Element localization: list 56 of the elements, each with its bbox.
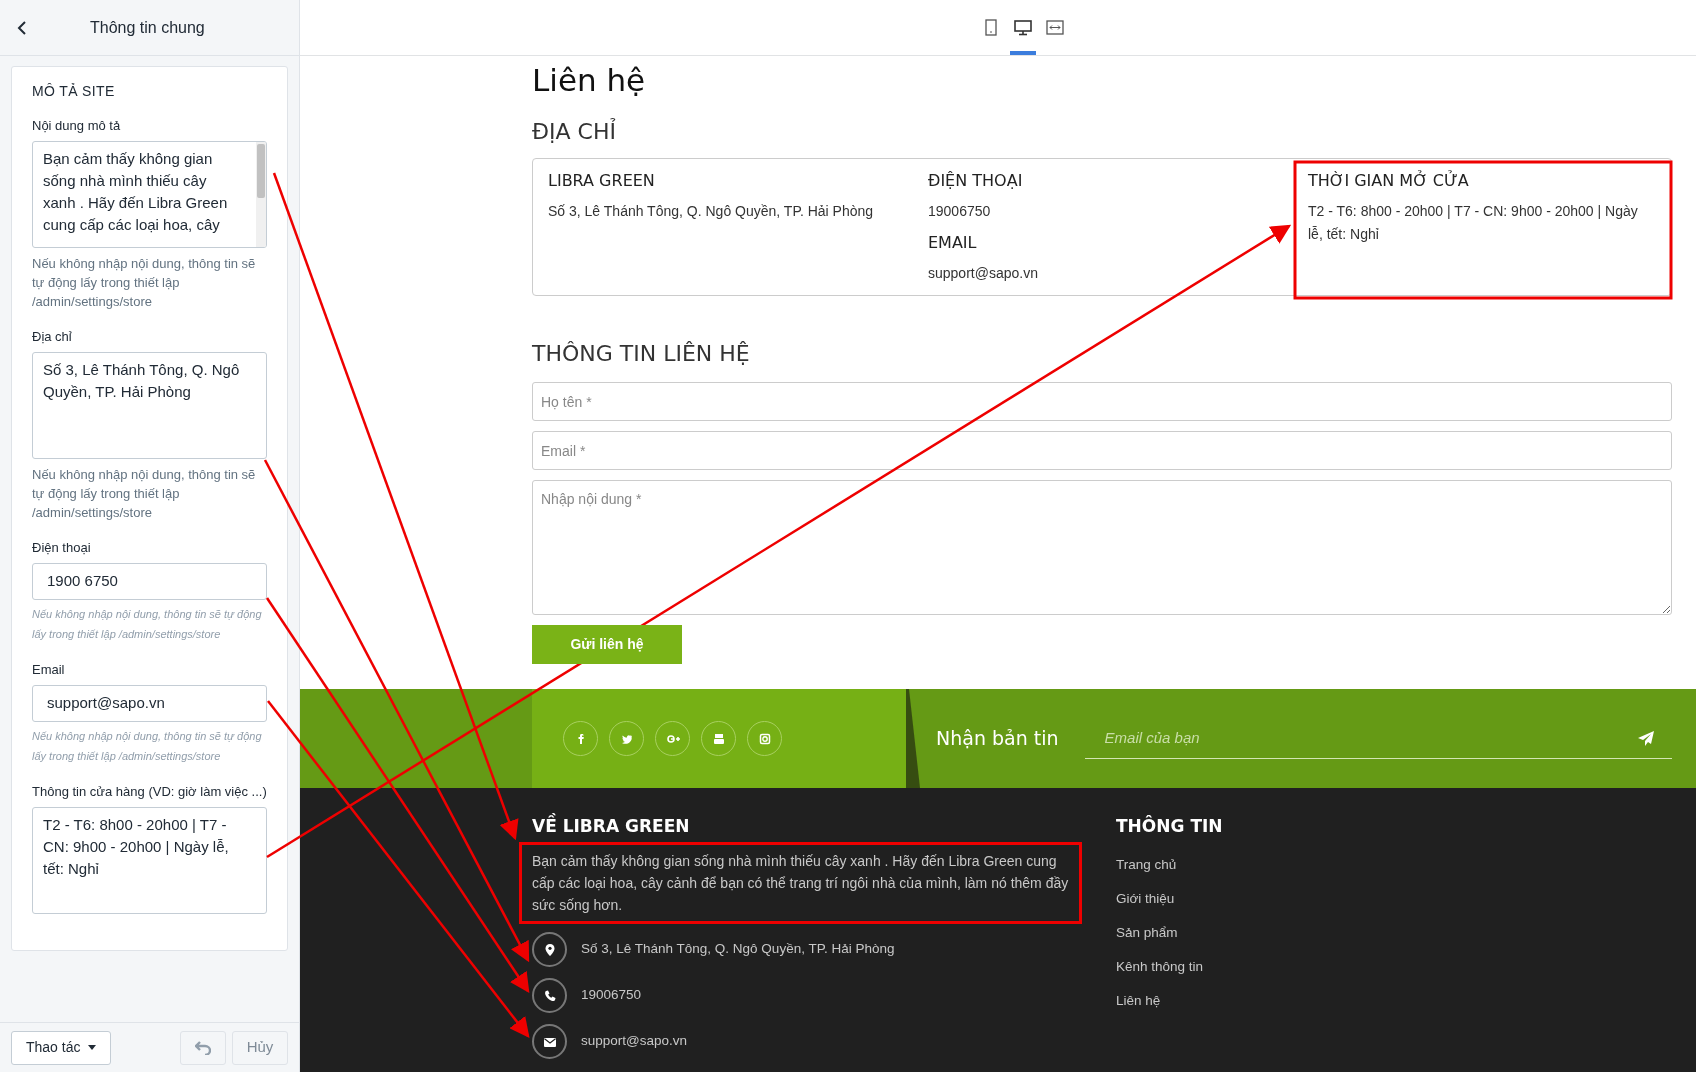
info-title: EMAIL [928, 232, 978, 254]
phone-icon [532, 978, 567, 1013]
field-label: Email [32, 661, 66, 679]
text-input-field[interactable]: 1900 6750 [32, 563, 267, 600]
footer-heading: THÔNG TIN [1116, 814, 1223, 838]
caret-icon [88, 1045, 97, 1050]
field-label: Điện thoại [32, 539, 92, 557]
info-title: ĐIỆN THOẠI [928, 170, 1024, 192]
contact-text: Số 3, Lê Thánh Tông, Q. Ngô Quyền, TP. Hải Phòng [581, 940, 895, 959]
footer-link[interactable]: Sản phẩm [1116, 922, 1223, 944]
footer-link[interactable]: Trang chủ [1116, 854, 1223, 876]
expand-width-icon [1046, 19, 1064, 36]
undo-icon [195, 1040, 211, 1055]
contact-heading: THÔNG TIN LIÊN HỆ [532, 340, 751, 368]
info-text: support@sapo.vn [928, 264, 1039, 283]
page-title: Liên hệ [532, 61, 647, 100]
undo-button[interactable] [180, 1030, 226, 1065]
hint-text: Nếu không nhập nội dung, thông tin sẽ tự động lấy trong thiết lập /admin/settings/store [32, 466, 257, 522]
text-area-field[interactable]: Bạn cảm thấy không gian sống nhà mình thiếu cây xanh . Hãy đến Libra Green cung cấp các loại hoa, cây [32, 141, 267, 248]
send-icon[interactable] [1638, 730, 1654, 746]
info-title: LIBRA GREEN [548, 170, 656, 192]
info-text: T2 - T6: 8h00 - 20h00 | T7 - CN: 9h00 - 20h00 | Ngày lễ, tết: Nghỉ [1308, 202, 1639, 244]
footer-heading: VỀ LIBRA GREEN [532, 814, 1078, 838]
info-title: THỜI GIAN MỞ CỬA [1308, 169, 1470, 192]
newsletter-title: Nhận bản tin [936, 726, 1059, 752]
footer-link[interactable]: Liên hệ [1116, 990, 1223, 1012]
hint-text: Nếu không nhập nội dung, thông tin sẽ tự động lấy trong thiết lập /admin/settings/store [32, 729, 263, 764]
text-input-field[interactable]: Email * [532, 431, 1672, 470]
section-title: MÔ TẢ SITE [32, 82, 116, 101]
message-field[interactable]: Nhập nội dung * [532, 480, 1672, 615]
address-heading: ĐỊA CHỈ [532, 117, 617, 146]
about-text: Bạn cảm thấy không gian sống nhà mình thiếu cây xanh . Hãy đến Libra Green cung cấp các loại hoa, cây cảnh để bạn có thể trang trí ngôi nhà của mình, làm nó thêm đầy sức sống hơn. [532, 852, 1070, 915]
actions-dropdown-button[interactable]: Thao tác [11, 1030, 112, 1065]
footer-link[interactable]: Giới thiệu [1116, 888, 1223, 910]
contact-text: support@sapo.vn [581, 1032, 688, 1051]
text-area-field[interactable]: Số 3, Lê Thánh Tông, Q. Ngô Quyền, TP. Hải Phòng [32, 352, 267, 459]
contact-text: 19006750 [581, 986, 642, 1005]
newsletter-email-field[interactable]: Email của bạn [1104, 726, 1638, 750]
text-input-field[interactable]: Họ tên * [532, 382, 1672, 421]
field-label: Địa chỉ [32, 328, 73, 346]
phone-outline-icon [982, 19, 1000, 36]
back-icon[interactable] [16, 20, 28, 35]
monitor-icon [1014, 19, 1032, 36]
field-label: Thông tin cửa hàng (VD: giờ làm việc ...) [32, 783, 267, 801]
envelope-icon [532, 1024, 567, 1059]
hint-text: Nếu không nhập nội dung, thông tin sẽ tự động lấy trong thiết lập /admin/settings/store [32, 255, 257, 311]
footer-link[interactable]: Kênh thông tin [1116, 956, 1223, 978]
field-label: Nội dung mô tả [32, 117, 122, 135]
info-text: Số 3, Lê Thánh Tông, Q. Ngô Quyền, TP. Hải Phòng [548, 202, 875, 221]
text-area-field[interactable]: T2 - T6: 8h00 - 20h00 | T7 - CN: 9h00 - 20h00 | Ngày lễ, tết: Nghỉ [32, 807, 267, 914]
panel-title: Thông tin chung [90, 17, 205, 38]
scrollbar-thumb[interactable] [257, 144, 265, 198]
hint-text: Nếu không nhập nội dung, thông tin sẽ tự động lấy trong thiết lập /admin/settings/store [32, 607, 263, 642]
text-input-field[interactable]: support@sapo.vn [32, 685, 267, 722]
info-text: 19006750 [928, 202, 992, 221]
location-pin-icon [532, 932, 567, 967]
